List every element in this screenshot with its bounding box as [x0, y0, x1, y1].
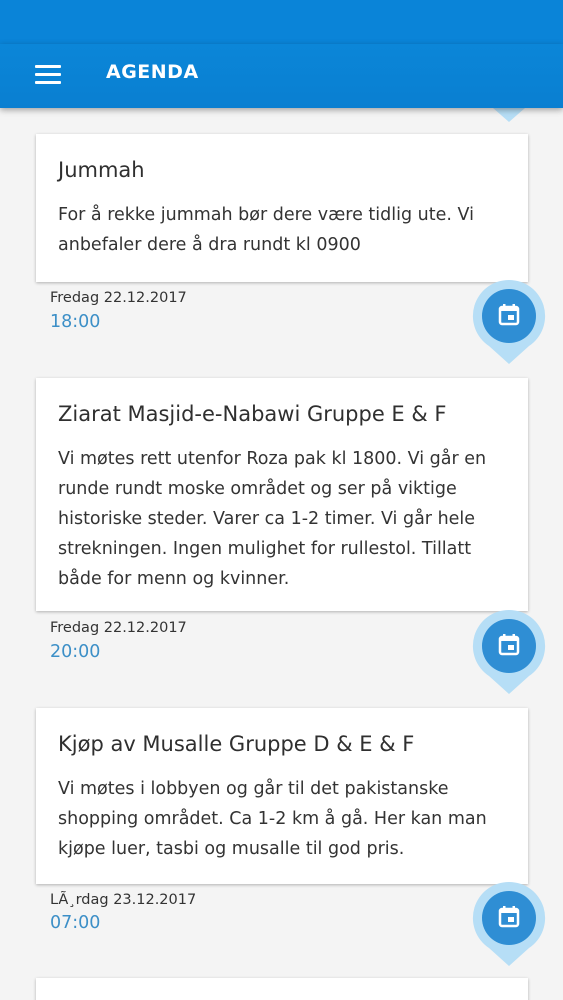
event-date: Fredag 22.12.2017 — [50, 290, 187, 306]
event-title: Ziarat Masjid-e-Nabawi Gruppe E & F — [58, 402, 447, 426]
calendar-icon — [472, 609, 546, 694]
previous-event-marker-tail — [493, 108, 525, 122]
page-title: AGENDA — [106, 61, 199, 83]
event-date: Fredag 22.12.2017 — [50, 620, 187, 636]
calendar-icon — [472, 881, 546, 966]
event-description: Vi møtes i lobbyen og går til det pakist… — [58, 779, 487, 859]
event-card[interactable]: Ziarat Masjid-e-Nabawi Gruppe E & F Vi m… — [36, 378, 528, 611]
event-description: For å rekke jummah bør dere være tidlig … — [58, 205, 474, 255]
agenda-list[interactable]: Jummah For å rekke jummah bør dere være … — [0, 108, 563, 1000]
add-to-calendar-button[interactable] — [471, 880, 547, 966]
app-bar: AGENDA — [0, 44, 563, 108]
event-card[interactable]: Kjøp av Musalle Gruppe D & E & F Vi møte… — [36, 708, 528, 884]
event-time: 20:00 — [50, 642, 101, 662]
event-time: 18:00 — [50, 312, 101, 332]
event-date: LÃ¸rdag 23.12.2017 — [50, 892, 197, 908]
event-title: Kjøp av Musalle Gruppe D & E & F — [58, 732, 415, 756]
add-to-calendar-button[interactable] — [471, 608, 547, 694]
event-time: 07:00 — [50, 913, 101, 933]
status-bar — [0, 0, 563, 44]
add-to-calendar-button[interactable] — [471, 278, 547, 364]
event-card[interactable]: Jummah For å rekke jummah bør dere være … — [36, 134, 528, 282]
event-card[interactable] — [36, 978, 528, 1000]
event-description: Vi møtes rett utenfor Roza pak kl 1800. … — [58, 449, 487, 589]
event-title: Jummah — [58, 158, 145, 182]
calendar-icon — [472, 279, 546, 364]
hamburger-menu-icon[interactable] — [26, 62, 70, 90]
